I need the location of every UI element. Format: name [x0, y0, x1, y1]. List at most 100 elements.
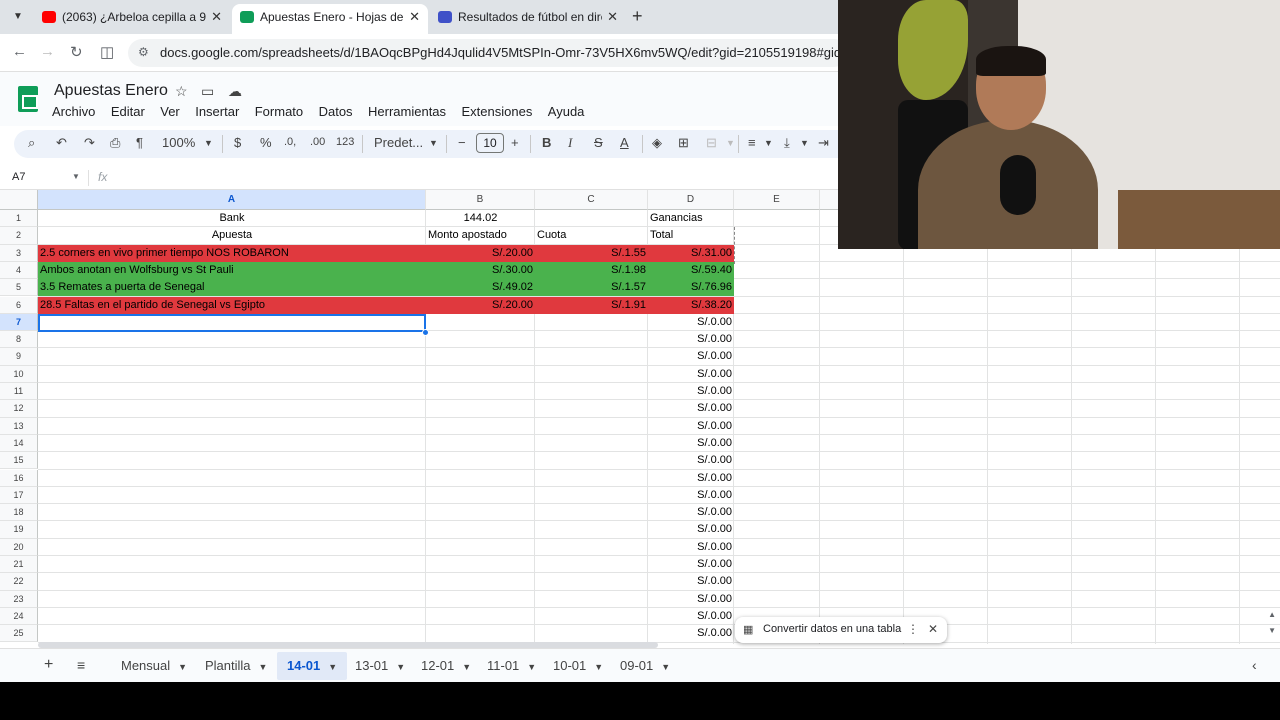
document-title[interactable]: Apuestas Enero — [54, 82, 168, 100]
row-header[interactable]: 1 — [0, 210, 38, 228]
row-header[interactable]: 17 — [0, 486, 38, 505]
sheet-tab-mensual[interactable]: Mensual ▼ — [111, 652, 197, 680]
cell-b25[interactable] — [426, 625, 535, 642]
cell-c16[interactable] — [535, 470, 648, 487]
font-select[interactable]: Predet... — [374, 135, 423, 150]
cell-b18[interactable] — [426, 504, 535, 521]
cell-a6[interactable]: 28.5 Faltas en el partido de Senegal vs … — [38, 296, 426, 314]
text-color-icon[interactable]: A — [620, 135, 629, 150]
star-icon[interactable]: ☆ — [175, 83, 188, 100]
cell-b23[interactable] — [426, 591, 535, 608]
bold-icon[interactable]: B — [542, 135, 551, 150]
chevron-down-icon[interactable]: ▼ — [726, 138, 735, 148]
close-icon[interactable]: ✕ — [928, 622, 938, 636]
cell-a16[interactable] — [38, 470, 426, 487]
cell-a21[interactable] — [38, 556, 426, 573]
cell-a10[interactable] — [38, 366, 426, 383]
chevron-down-icon[interactable]: ▼ — [328, 662, 337, 672]
cell-a11[interactable] — [38, 383, 426, 400]
sheet-tab-10-01[interactable]: 10-01 ▼ — [543, 652, 613, 680]
cell-a19[interactable] — [38, 521, 426, 538]
row-header[interactable]: 21 — [0, 556, 38, 574]
cell-d11[interactable]: S/.0.00 — [648, 383, 734, 400]
percent-format-button[interactable]: % — [260, 135, 272, 150]
cell-b13[interactable] — [426, 418, 535, 435]
cell-c20[interactable] — [535, 539, 648, 556]
row-header[interactable]: 22 — [0, 573, 38, 591]
row-header[interactable]: 20 — [0, 538, 38, 556]
merge-cells-icon[interactable]: ⊟ — [706, 135, 717, 151]
cell-d16[interactable]: S/.0.00 — [648, 470, 734, 487]
row-header[interactable]: 25 — [0, 625, 38, 643]
chevron-down-icon[interactable]: ▼ — [72, 172, 80, 181]
row-header[interactable]: 4 — [0, 261, 38, 280]
cell-d24[interactable]: S/.0.00 — [648, 608, 734, 625]
cell-a18[interactable] — [38, 504, 426, 521]
horizontal-align-icon[interactable]: ≡ — [748, 135, 756, 150]
cell-a4[interactable]: Ambos anotan en Wolfsburg vs St Pauli — [38, 261, 426, 280]
row-header[interactable]: 23 — [0, 590, 38, 608]
cell-b8[interactable] — [426, 331, 535, 348]
cell-a22[interactable] — [38, 573, 426, 590]
cell-b19[interactable] — [426, 521, 535, 538]
cell-b24[interactable] — [426, 608, 535, 625]
cell-d12[interactable]: S/.0.00 — [648, 400, 734, 417]
cell-d3[interactable]: S/.31.00 — [648, 244, 734, 262]
cell-b2[interactable]: Monto apostado — [426, 227, 535, 244]
row-header[interactable]: 19 — [0, 521, 38, 539]
chevron-down-icon[interactable]: ▼ — [259, 662, 268, 672]
row-header[interactable]: 13 — [0, 417, 38, 435]
row-header[interactable]: 3 — [0, 244, 38, 262]
chevron-down-icon[interactable]: ▼ — [429, 138, 438, 148]
cell-c7[interactable] — [535, 314, 648, 331]
all-sheets-icon[interactable]: ≡ — [77, 657, 85, 673]
cell-c2[interactable]: Cuota — [535, 227, 648, 244]
cell-d25[interactable]: S/.0.00 — [648, 625, 734, 642]
cell-c5[interactable]: S/.1.57 — [535, 279, 648, 297]
chevron-down-icon[interactable]: ▼ — [178, 662, 187, 672]
chevron-down-icon[interactable]: ▼ — [800, 138, 809, 148]
chevron-down-icon[interactable]: ▼ — [204, 138, 213, 148]
url-text[interactable]: docs.google.com/spreadsheets/d/1BAOqcBPg… — [160, 45, 860, 60]
cell-b12[interactable] — [426, 400, 535, 417]
cell-a5[interactable]: 3.5 Remates a puerta de Senegal — [38, 279, 426, 297]
cell-c25[interactable] — [535, 625, 648, 642]
undo-icon[interactable]: ↶ — [56, 135, 67, 151]
row-header[interactable]: 2 — [0, 227, 38, 245]
back-icon[interactable]: ← — [12, 43, 27, 60]
cell-a9[interactable] — [38, 348, 426, 365]
browser-tab-sheets[interactable]: Apuestas Enero - Hojas de cálculo ✕ — [232, 4, 428, 34]
selected-cell-outline[interactable] — [38, 314, 426, 332]
cell-a1[interactable]: Bank — [38, 210, 426, 227]
scroll-down-icon[interactable]: ▼ — [1268, 626, 1276, 635]
cell-d7[interactable]: S/.0.00 — [648, 314, 734, 331]
cell-b5[interactable]: S/.49.02 — [426, 279, 535, 297]
search-menus-icon[interactable]: ⌕ — [28, 135, 35, 151]
menu-datos[interactable]: Datos — [319, 104, 353, 119]
cell-b7[interactable] — [426, 314, 535, 331]
browser-tab-youtube[interactable]: (2063) ¿Arbeloa cepilla a 9 titulares ✕ — [34, 4, 230, 34]
text-wrapping-icon[interactable]: ⇥ — [818, 135, 829, 151]
cell-c24[interactable] — [535, 608, 648, 625]
cell-b16[interactable] — [426, 470, 535, 487]
sheet-tab-13-01[interactable]: 13-01 ▼ — [345, 652, 415, 680]
decrease-decimals-button[interactable]: .0, — [284, 136, 296, 148]
increase-decimals-button[interactable]: .00 — [310, 136, 325, 148]
cell-a8[interactable] — [38, 331, 426, 348]
increase-font-size-icon[interactable]: + — [511, 135, 519, 150]
cell-d6[interactable]: S/.38.20 — [648, 296, 734, 314]
sheet-tab-12-01[interactable]: 12-01 ▼ — [411, 652, 481, 680]
borders-icon[interactable]: ⊞ — [678, 135, 689, 151]
cell-a12[interactable] — [38, 400, 426, 417]
paint-format-icon[interactable]: ¶ — [136, 135, 143, 150]
move-folder-icon[interactable]: ▭ — [201, 83, 214, 100]
row-header[interactable]: 8 — [0, 331, 38, 349]
chevron-down-icon[interactable]: ▼ — [462, 662, 471, 672]
sheet-tab-14-01[interactable]: 14-01 ▼ — [277, 652, 348, 680]
cell-a23[interactable] — [38, 591, 426, 608]
menu-ayuda[interactable]: Ayuda — [548, 104, 585, 119]
row-header[interactable]: 10 — [0, 365, 38, 383]
cell-c4[interactable]: S/.1.98 — [535, 261, 648, 280]
cell-d17[interactable]: S/.0.00 — [648, 487, 734, 504]
cell-d13[interactable]: S/.0.00 — [648, 418, 734, 435]
